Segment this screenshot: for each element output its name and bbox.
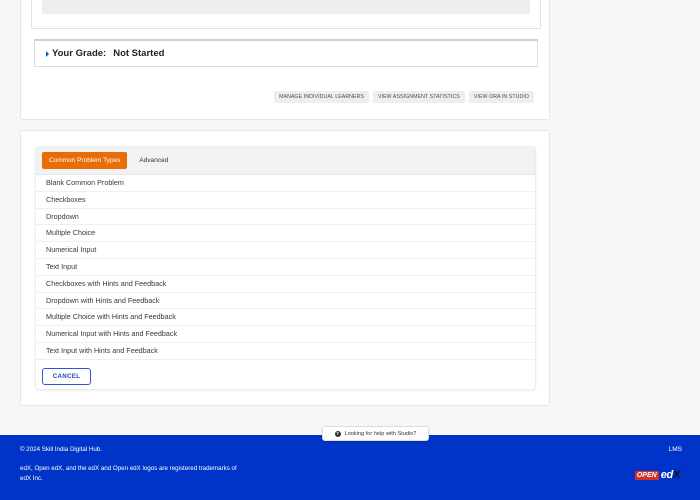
footer-copyright: © 2024 Skill India Digital Hub. [20, 446, 102, 453]
list-item[interactable]: Text Input [36, 259, 535, 276]
list-item[interactable]: Blank Common Problem [36, 175, 535, 192]
add-problem-card: Common Problem Types Advanced Blank Comm… [20, 130, 550, 406]
ora-content-placeholder [42, 0, 530, 14]
problem-type-tabs: Common Problem Types Advanced [36, 147, 535, 175]
ora-card: Your Grade: Not Started MANAGE INDIVIDUA… [20, 0, 550, 120]
grade-toggle[interactable]: Your Grade: Not Started [34, 39, 538, 67]
list-item[interactable]: Checkboxes [36, 192, 535, 209]
list-item[interactable]: Checkboxes with Hints and Feedback [36, 276, 535, 293]
tab-common-problem-types[interactable]: Common Problem Types [42, 152, 128, 169]
footer: © 2024 Skill India Digital Hub. edX, Ope… [0, 435, 700, 500]
studio-help-label: Looking for help with Studio? [344, 430, 417, 437]
list-item[interactable]: Dropdown [36, 209, 535, 226]
open-edx-logo-x: X [672, 469, 680, 481]
open-edx-logo-open: OPEN [634, 470, 659, 480]
cancel-button[interactable]: CANCEL [42, 368, 91, 385]
problem-type-panel: Common Problem Types Advanced Blank Comm… [35, 146, 536, 390]
ora-content-box [31, 0, 541, 29]
view-in-studio-button[interactable]: VIEW ORA IN STUDIO [468, 91, 534, 103]
open-edx-logo[interactable]: OPEN edX [634, 469, 681, 481]
grade-label: Your Grade: [52, 48, 107, 59]
list-item[interactable]: Text Input with Hints and Feedback [36, 343, 535, 360]
list-item[interactable]: Numerical Input [36, 242, 535, 259]
footer-trademark: edX, Open edX, and the edX and Open edX … [20, 465, 237, 482]
tab-advanced[interactable]: Advanced [132, 152, 175, 169]
list-item[interactable]: Numerical Input with Hints and Feedback [36, 326, 535, 343]
lms-link[interactable]: LMS [669, 446, 682, 453]
problem-type-list: Blank Common Problem Checkboxes Dropdown… [36, 175, 535, 360]
view-statistics-button[interactable]: VIEW ASSIGNMENT STATISTICS [373, 91, 465, 103]
studio-help-button[interactable]: ? Looking for help with Studio? [322, 426, 429, 441]
list-item[interactable]: Multiple Choice [36, 225, 535, 243]
list-item[interactable]: Multiple Choice with Hints and Feedback [36, 309, 535, 327]
manage-learners-button[interactable]: MANAGE INDIVIDUAL LEARNERS [274, 91, 369, 103]
question-icon: ? [334, 430, 341, 437]
open-edx-logo-edx: edX [660, 469, 681, 481]
caret-right-icon [46, 50, 49, 57]
list-item[interactable]: Dropdown with Hints and Feedback [36, 293, 535, 310]
grade-value: Not Started [113, 48, 165, 59]
ora-actions: MANAGE INDIVIDUAL LEARNERS VIEW ASSIGNME… [274, 91, 534, 103]
open-edx-logo-ed: ed [660, 469, 674, 481]
